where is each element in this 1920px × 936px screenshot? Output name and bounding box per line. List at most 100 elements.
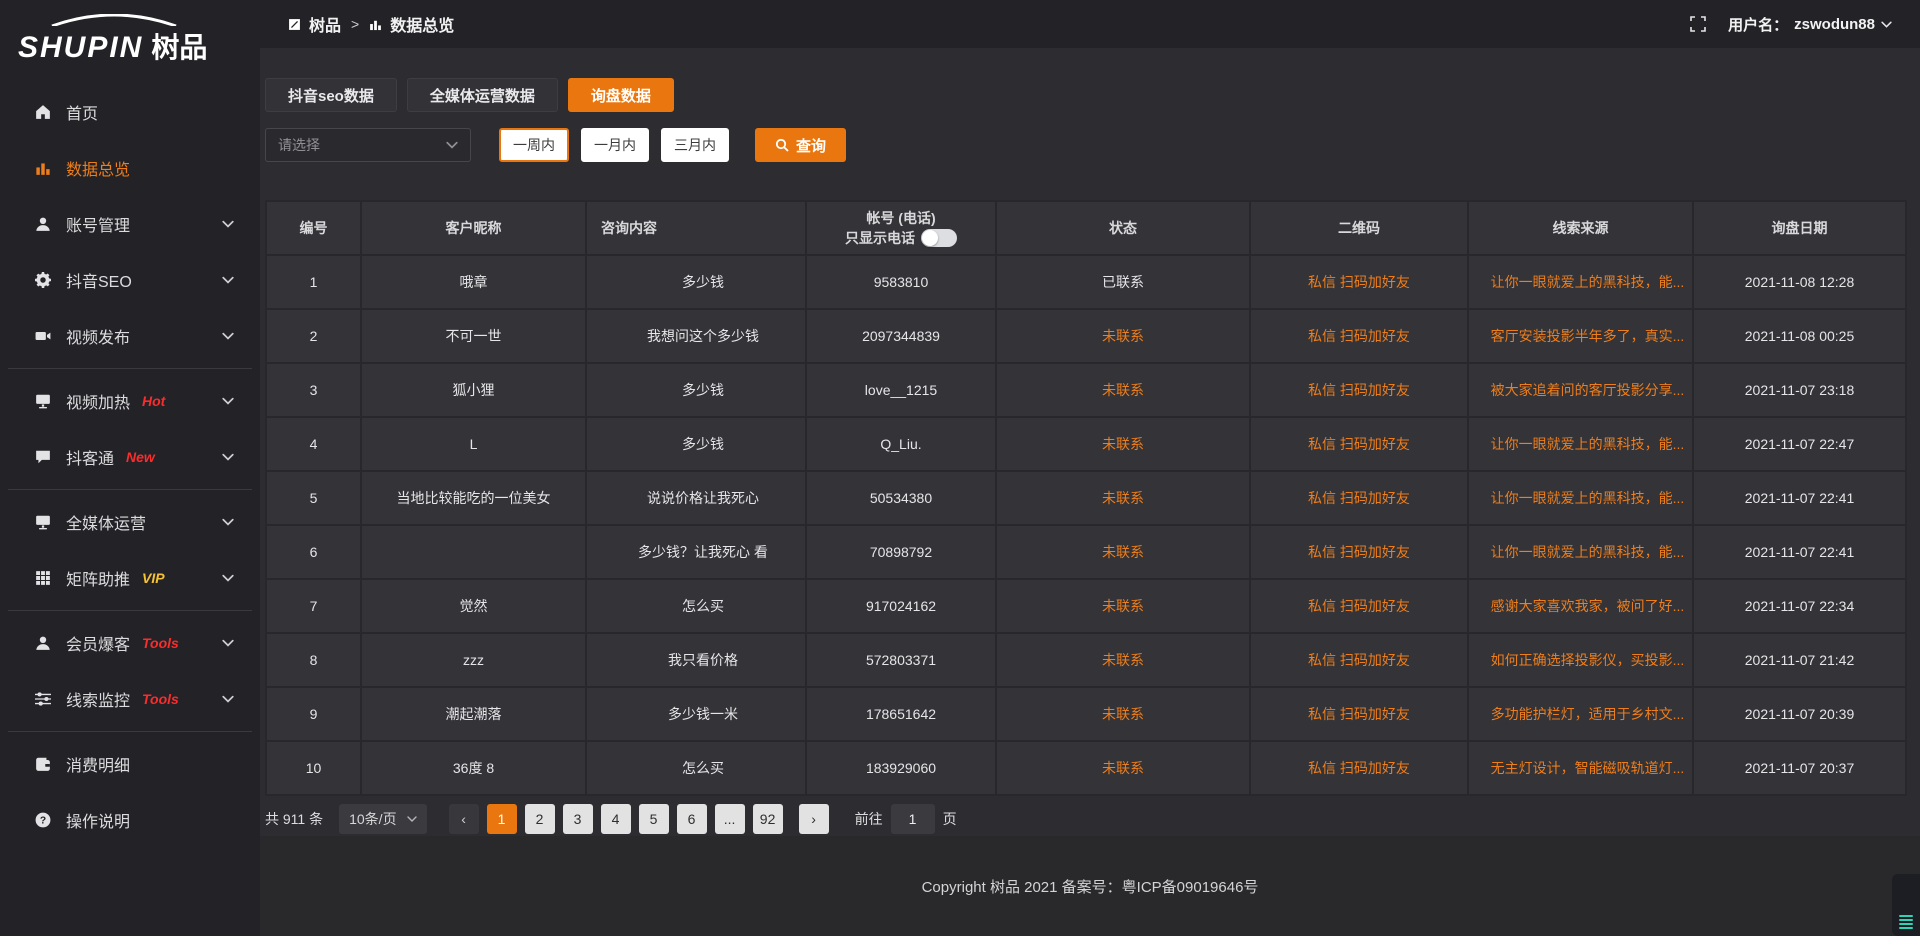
cell-nickname: L xyxy=(361,417,586,471)
sidebar-item-matrix-boost[interactable]: 矩阵助推VIP xyxy=(0,550,260,606)
app-root: SHUPIN 树品 首页数据总览账号管理抖音SEO视频发布视频加热Hot抖客通N… xyxy=(0,0,1920,936)
sidebar-item-media-operation[interactable]: 全媒体运营 xyxy=(0,494,260,550)
page-size-select[interactable]: 10条/页 xyxy=(339,804,426,834)
cell-status: 未联系 xyxy=(996,417,1250,471)
qrcode-link[interactable]: 私信 扫码加好友 xyxy=(1308,436,1410,452)
sidebar-item-member-baoke[interactable]: 会员爆客 Tools xyxy=(0,615,260,671)
source-link[interactable]: 多功能护栏灯，适用于乡村文... xyxy=(1491,706,1685,722)
goto-page-input[interactable] xyxy=(891,804,935,834)
chevron-down-icon xyxy=(1881,21,1892,28)
sidebar-item-operation-guide[interactable]: ?操作说明 xyxy=(0,792,260,848)
widget-teal-bar xyxy=(1899,923,1913,925)
col-date: 询盘日期 xyxy=(1693,201,1906,255)
source-link[interactable]: 感谢大家喜欢我家，被问了好... xyxy=(1491,598,1685,614)
range-button-0[interactable]: 一周内 xyxy=(499,128,569,162)
source-link[interactable]: 让你一眼就爱上的黑科技，能... xyxy=(1491,490,1685,506)
cell-date: 2021-11-07 22:47 xyxy=(1693,417,1906,471)
qrcode-link[interactable]: 私信 扫码加好友 xyxy=(1308,490,1410,506)
prev-page-button[interactable]: ‹ xyxy=(449,804,479,834)
cell-nickname: 36度 8 xyxy=(361,741,586,795)
tab-2[interactable]: 询盘数据 xyxy=(568,78,674,112)
search-button[interactable]: 查询 xyxy=(755,128,846,162)
page-button-5[interactable]: 5 xyxy=(639,804,669,834)
tab-1[interactable]: 全媒体运营数据 xyxy=(407,78,558,112)
qrcode-link[interactable]: 私信 扫码加好友 xyxy=(1308,598,1410,614)
qrcode-link[interactable]: 私信 扫码加好友 xyxy=(1308,382,1410,398)
source-link[interactable]: 客厅安装投影半年多了，真实... xyxy=(1491,328,1685,344)
page-button-6[interactable]: 6 xyxy=(677,804,707,834)
logo-text-cn: 树品 xyxy=(151,26,207,66)
sidebar-item-douketong[interactable]: 抖客通New xyxy=(0,429,260,485)
account-select[interactable]: 请选择 xyxy=(265,128,471,162)
page-button-1[interactable]: 1 xyxy=(487,804,517,834)
cell-content: 多少钱 xyxy=(586,417,806,471)
sidebar-item-video-heat[interactable]: 视频加热Hot xyxy=(0,373,260,429)
sidebar-item-video-publish[interactable]: 视频发布 xyxy=(0,308,260,364)
cell-id: 9 xyxy=(266,687,361,741)
qrcode-link[interactable]: 私信 扫码加好友 xyxy=(1308,652,1410,668)
customer-service-widget[interactable] xyxy=(1892,874,1920,936)
cell-date: 2021-11-07 20:37 xyxy=(1693,741,1906,795)
sidebar-item-label: 矩阵助推 xyxy=(66,566,130,590)
source-link[interactable]: 让你一眼就爱上的黑科技，能... xyxy=(1491,274,1685,290)
next-page-button[interactable]: › xyxy=(799,804,829,834)
source-link[interactable]: 无主灯设计，智能磁吸轨道灯... xyxy=(1491,760,1685,776)
page-button-3[interactable]: 3 xyxy=(563,804,593,834)
col-content: 咨询内容 xyxy=(586,201,806,255)
sidebar-item-badge: Tools xyxy=(142,635,179,651)
qrcode-link[interactable]: 私信 扫码加好友 xyxy=(1308,706,1410,722)
cell-date: 2021-11-07 22:41 xyxy=(1693,471,1906,525)
sidebar-item-account-manage[interactable]: 账号管理 xyxy=(0,196,260,252)
bar-chart-icon xyxy=(34,159,52,177)
source-link[interactable]: 让你一眼就爱上的黑科技，能... xyxy=(1491,544,1685,560)
sidebar-item-douyin-seo[interactable]: 抖音SEO xyxy=(0,252,260,308)
sliders-icon xyxy=(34,690,52,708)
cell-account: 50534380 xyxy=(806,471,996,525)
qrcode-link[interactable]: 私信 扫码加好友 xyxy=(1308,328,1410,344)
search-button-label: 查询 xyxy=(796,135,826,156)
main-area: 树品 > 数据总览 用户名：zswodun88 xyxy=(260,0,1920,936)
range-button-1[interactable]: 一月内 xyxy=(581,128,649,162)
qrcode-link[interactable]: 私信 扫码加好友 xyxy=(1308,274,1410,290)
page-button-92[interactable]: 92 xyxy=(753,804,783,834)
page-button-2[interactable]: 2 xyxy=(525,804,555,834)
source-link[interactable]: 如何正确选择投影仪，买投影... xyxy=(1491,652,1685,668)
sidebar-item-data-overview[interactable]: 数据总览 xyxy=(0,140,260,196)
widget-teal-bar xyxy=(1899,927,1913,929)
breadcrumb-root[interactable]: 树品 xyxy=(309,12,341,36)
chevron-down-icon xyxy=(222,574,234,582)
bar-chart-icon xyxy=(369,18,382,31)
cell-nickname: 潮起潮落 xyxy=(361,687,586,741)
video-icon xyxy=(34,327,52,345)
sidebar-item-label: 会员爆客 xyxy=(66,631,130,655)
range-button-2[interactable]: 三月内 xyxy=(661,128,729,162)
cell-nickname: 哦章 xyxy=(361,255,586,309)
table-header-row: 编号 客户昵称 咨询内容 帐号 (电话) 只显示电话 xyxy=(266,201,1906,255)
sidebar-item-consume-detail[interactable]: 消费明细 xyxy=(0,736,260,792)
cell-source: 无主灯设计，智能磁吸轨道灯... xyxy=(1468,741,1693,795)
sidebar-item-label: 抖客通 xyxy=(66,445,114,469)
source-link[interactable]: 被大家追着问的客厅投影分享... xyxy=(1491,382,1685,398)
sidebar-item-label: 数据总览 xyxy=(66,156,130,180)
sidebar-item-home[interactable]: 首页 xyxy=(0,84,260,140)
cell-source: 多功能护栏灯，适用于乡村文... xyxy=(1468,687,1693,741)
qrcode-link[interactable]: 私信 扫码加好友 xyxy=(1308,760,1410,776)
page-ellipsis-button[interactable]: ... xyxy=(715,804,745,834)
sidebar-item-clue-monitor[interactable]: 线索监控Tools xyxy=(0,671,260,727)
col-id: 编号 xyxy=(266,201,361,255)
qrcode-link[interactable]: 私信 扫码加好友 xyxy=(1308,544,1410,560)
phone-only-toggle[interactable] xyxy=(921,229,957,247)
cell-nickname: 觉然 xyxy=(361,579,586,633)
cell-date: 2021-11-07 22:41 xyxy=(1693,525,1906,579)
user-menu[interactable]: 用户名：zswodun88 xyxy=(1728,14,1892,35)
page-button-4[interactable]: 4 xyxy=(601,804,631,834)
fullscreen-icon[interactable] xyxy=(1690,16,1706,32)
chevron-down-icon xyxy=(222,397,234,405)
source-link[interactable]: 让你一眼就爱上的黑科技，能... xyxy=(1491,436,1685,452)
inquiry-table: 编号 客户昵称 咨询内容 帐号 (电话) 只显示电话 xyxy=(265,200,1907,796)
total-count: 共 911 条 xyxy=(265,809,323,829)
chevron-down-icon xyxy=(222,332,234,340)
grid-icon xyxy=(34,569,52,587)
tab-0[interactable]: 抖音seo数据 xyxy=(265,78,397,112)
cell-status: 未联系 xyxy=(996,471,1250,525)
